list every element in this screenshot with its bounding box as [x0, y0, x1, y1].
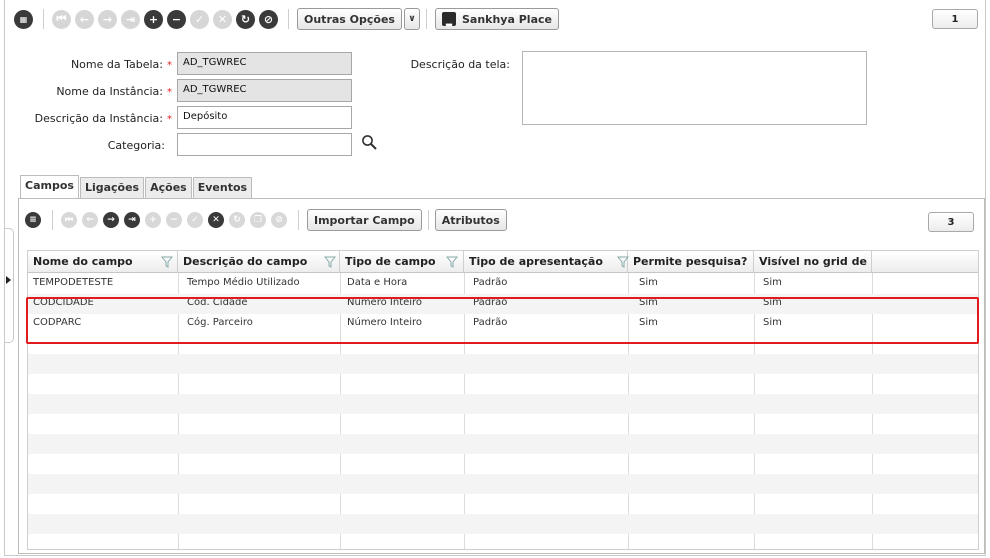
- last-record-icon[interactable]: ⇥: [124, 212, 140, 228]
- cell-descricao: Tempo Médio Utilizado: [187, 277, 300, 288]
- empty-row: [28, 394, 978, 414]
- column-header-label: Permite pesquisa?: [633, 255, 748, 268]
- grid-header: Nome do campo Descrição do campo Tipo de…: [28, 251, 978, 273]
- column-header-label: Tipo de campo: [345, 255, 436, 268]
- filter-icon[interactable]: [446, 256, 458, 268]
- descricao-tela-field[interactable]: [522, 51, 867, 125]
- empty-row: [28, 474, 978, 494]
- search-icon[interactable]: [361, 134, 377, 150]
- required-mark: *: [167, 114, 172, 125]
- nome-tabela-text: Nome da Tabela:: [70, 58, 163, 71]
- tab-acoes[interactable]: Ações: [145, 177, 192, 199]
- toolbar-divider: [427, 210, 429, 230]
- column-header-descricao[interactable]: Descrição do campo: [178, 251, 340, 273]
- descricao-instancia-label: Descrição da Instância: *: [14, 112, 172, 125]
- attach-icon[interactable]: ⊘: [259, 9, 278, 29]
- nome-tabela-label: Nome da Tabela: *: [20, 58, 172, 71]
- column-header-visivel[interactable]: Visível no grid de: [754, 251, 872, 273]
- cancel-icon[interactable]: ✕: [208, 212, 224, 228]
- required-mark: *: [167, 87, 172, 98]
- confirm-icon[interactable]: ✓: [190, 9, 209, 29]
- highlight-box: [26, 297, 979, 344]
- toolbar-divider: [43, 9, 44, 29]
- cell-tipo: Data e Hora: [347, 277, 408, 288]
- cell-apresentacao: Padrão: [473, 277, 508, 288]
- categoria-field[interactable]: [177, 133, 352, 156]
- add-icon[interactable]: +: [145, 212, 161, 228]
- table-row[interactable]: TEMPODETESTE Tempo Médio Utilizado Data …: [28, 274, 978, 294]
- cell-pesquisa: Sim: [639, 277, 658, 288]
- main-toolbar: ▦ ⏮ ← → ⇥ + − ✓ ✕ ↻ ⊘ Outras Opções ∨ ▂ …: [14, 6, 559, 32]
- column-header-nome[interactable]: Nome do campo: [28, 251, 178, 273]
- cancel-icon[interactable]: ✕: [213, 9, 232, 29]
- nome-tabela-field[interactable]: AD_TGWREC: [177, 52, 352, 75]
- cell-nome: TEMPODETESTE: [33, 277, 114, 288]
- refresh-icon[interactable]: ↻: [236, 9, 255, 29]
- nome-instancia-label: Nome da Instância: *: [20, 85, 172, 98]
- remove-icon[interactable]: −: [166, 212, 182, 228]
- grid-toolbar: ≡ ⏮ ← → ⇥ + − ✓ ✕ ↻ ❐ ⊘ Importar Campo A…: [25, 208, 507, 232]
- expand-arrow-icon[interactable]: [6, 276, 11, 284]
- nome-instancia-text: Nome da Instância:: [56, 85, 163, 98]
- attach-icon[interactable]: ⊘: [271, 212, 287, 228]
- column-header-label: Nome do campo: [33, 255, 133, 268]
- filter-icon[interactable]: [324, 256, 336, 268]
- column-header-pesquisa[interactable]: Permite pesquisa?: [628, 251, 754, 273]
- atributos-button[interactable]: Atributos: [434, 209, 507, 231]
- toolbar-divider: [425, 9, 427, 29]
- cell-visivel: Sim: [763, 277, 782, 288]
- sankhya-place-button[interactable]: ▂ Sankhya Place: [434, 8, 559, 30]
- required-mark: *: [167, 60, 172, 71]
- nome-instancia-field[interactable]: AD_TGWREC: [177, 79, 352, 102]
- tab-bar: Campos Ligações Ações Eventos: [20, 175, 253, 199]
- descricao-instancia-text: Descrição da Instância:: [34, 112, 163, 125]
- sankhya-logo-icon: ▂: [441, 12, 456, 26]
- empty-row: [28, 434, 978, 454]
- descricao-instancia-field[interactable]: Depósito: [177, 106, 352, 129]
- refresh-icon[interactable]: ↻: [229, 212, 245, 228]
- record-counter[interactable]: 3: [928, 212, 974, 232]
- column-header-label: Tipo de apresentação: [469, 255, 603, 268]
- descricao-tela-label: Descrição da tela:: [410, 58, 510, 71]
- tab-ligacoes[interactable]: Ligações: [79, 177, 145, 199]
- first-record-icon[interactable]: ⏮: [52, 9, 71, 29]
- next-record-icon[interactable]: →: [103, 212, 119, 228]
- menu-grid-icon[interactable]: ▦: [14, 9, 33, 29]
- column-header-label: Visível no grid de: [759, 255, 867, 268]
- toolbar-divider: [298, 210, 299, 230]
- chevron-down-icon[interactable]: ∨: [403, 8, 420, 30]
- page-counter[interactable]: 1: [932, 9, 978, 29]
- copy-icon[interactable]: ❐: [250, 212, 266, 228]
- empty-row: [28, 354, 978, 374]
- column-header-label: Descrição do campo: [183, 255, 308, 268]
- tab-eventos[interactable]: Eventos: [192, 177, 253, 199]
- first-record-icon[interactable]: ⏮: [61, 212, 77, 228]
- categoria-label: Categoria:: [107, 139, 165, 152]
- fields-grid: Nome do campo Descrição do campo Tipo de…: [27, 250, 979, 550]
- filter-icon[interactable]: [161, 256, 173, 268]
- empty-row: [28, 514, 978, 534]
- toolbar-divider: [288, 9, 289, 29]
- previous-record-icon[interactable]: ←: [82, 212, 98, 228]
- importar-campo-button[interactable]: Importar Campo: [307, 209, 422, 231]
- last-record-icon[interactable]: ⇥: [121, 9, 140, 29]
- side-panel-splitter[interactable]: [5, 228, 14, 343]
- confirm-icon[interactable]: ✓: [187, 212, 203, 228]
- column-header-apresentacao[interactable]: Tipo de apresentação: [464, 251, 628, 273]
- next-record-icon[interactable]: →: [98, 9, 117, 29]
- remove-icon[interactable]: −: [167, 9, 186, 29]
- grid-menu-icon[interactable]: ≡: [25, 212, 41, 228]
- outras-opcoes-button[interactable]: Outras Opções: [297, 8, 402, 30]
- sankhya-place-label: Sankhya Place: [461, 12, 552, 26]
- previous-record-icon[interactable]: ←: [75, 9, 94, 29]
- toolbar-divider: [52, 210, 53, 230]
- add-icon[interactable]: +: [144, 9, 163, 29]
- tab-campos[interactable]: Campos: [20, 175, 79, 199]
